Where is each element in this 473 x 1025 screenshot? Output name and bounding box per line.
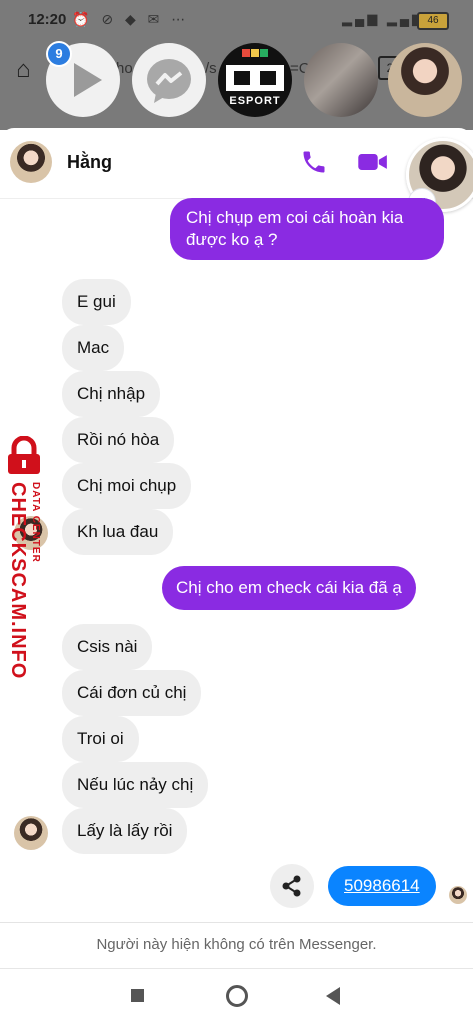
battery-icon: 46 [417,12,449,30]
status-notification-icons: ⏰ ⊘ ◆ ✉ ⋯ [72,11,190,27]
home-circle-icon[interactable] [226,985,248,1007]
message-incoming[interactable]: Lấy là lấy rồi [62,808,188,854]
lock-icon [8,436,40,474]
video-call-icon[interactable] [356,148,388,176]
contact-name[interactable]: Hằng [67,152,112,173]
sender-avatar [14,816,48,850]
status-bar: 12:20 ⏰ ⊘ ◆ ✉ ⋯ ▂▄▆ ▂▄▆ ☷ 46 [0,0,473,40]
seen-avatar [449,886,467,904]
status-time: 12:20 [28,11,67,28]
message-outgoing[interactable]: Chị cho em check cái kia đã ạ [162,566,416,610]
phone-call-icon[interactable] [300,148,328,176]
home-icon[interactable]: ⌂ [16,56,31,84]
contact-avatar[interactable] [10,141,52,183]
chat-head-esport[interactable]: ESPORT [218,43,292,117]
recents-square-icon[interactable] [131,989,144,1002]
messenger-icon [147,59,191,103]
message-incoming[interactable]: Kh lua đau [62,509,174,555]
message-incoming[interactable]: Cái đơn củ chị [62,670,202,716]
share-button[interactable] [270,864,314,908]
back-triangle-icon[interactable] [326,987,340,1005]
url-text-fragment: /s [205,60,217,77]
chat-head-photo[interactable] [304,43,378,117]
watermark-text: CHECKSCAM.INFO [7,482,29,680]
message-incoming[interactable]: Rồi nó hòa [62,417,175,463]
message-incoming[interactable]: Chị nhập [62,371,161,417]
watermark-subtext: DATA CENTER [30,482,41,563]
message-incoming[interactable]: Nếu lúc nảy chị [62,762,209,808]
chat-head-contact[interactable] [388,43,462,117]
message-incoming[interactable]: Troi oi [62,716,139,762]
message-outgoing[interactable]: Chị chụp em coi cái hoàn kia được ko ạ ? [170,198,444,260]
message-outgoing-link[interactable]: 50986614 [328,866,436,906]
chat-head-messenger[interactable] [132,43,206,117]
message-incoming[interactable]: Csis nài [62,624,153,670]
divider [0,922,473,923]
message-incoming[interactable]: E gui [62,279,131,325]
share-icon [282,875,301,897]
unread-badge: 9 [46,41,72,67]
esport-label: ESPORT [229,95,281,107]
message-incoming[interactable]: Chị moi chụp [62,463,192,509]
unavailable-notice: Người này hiện không có trên Messenger. [96,936,377,953]
message-incoming[interactable]: Mac [62,325,125,371]
